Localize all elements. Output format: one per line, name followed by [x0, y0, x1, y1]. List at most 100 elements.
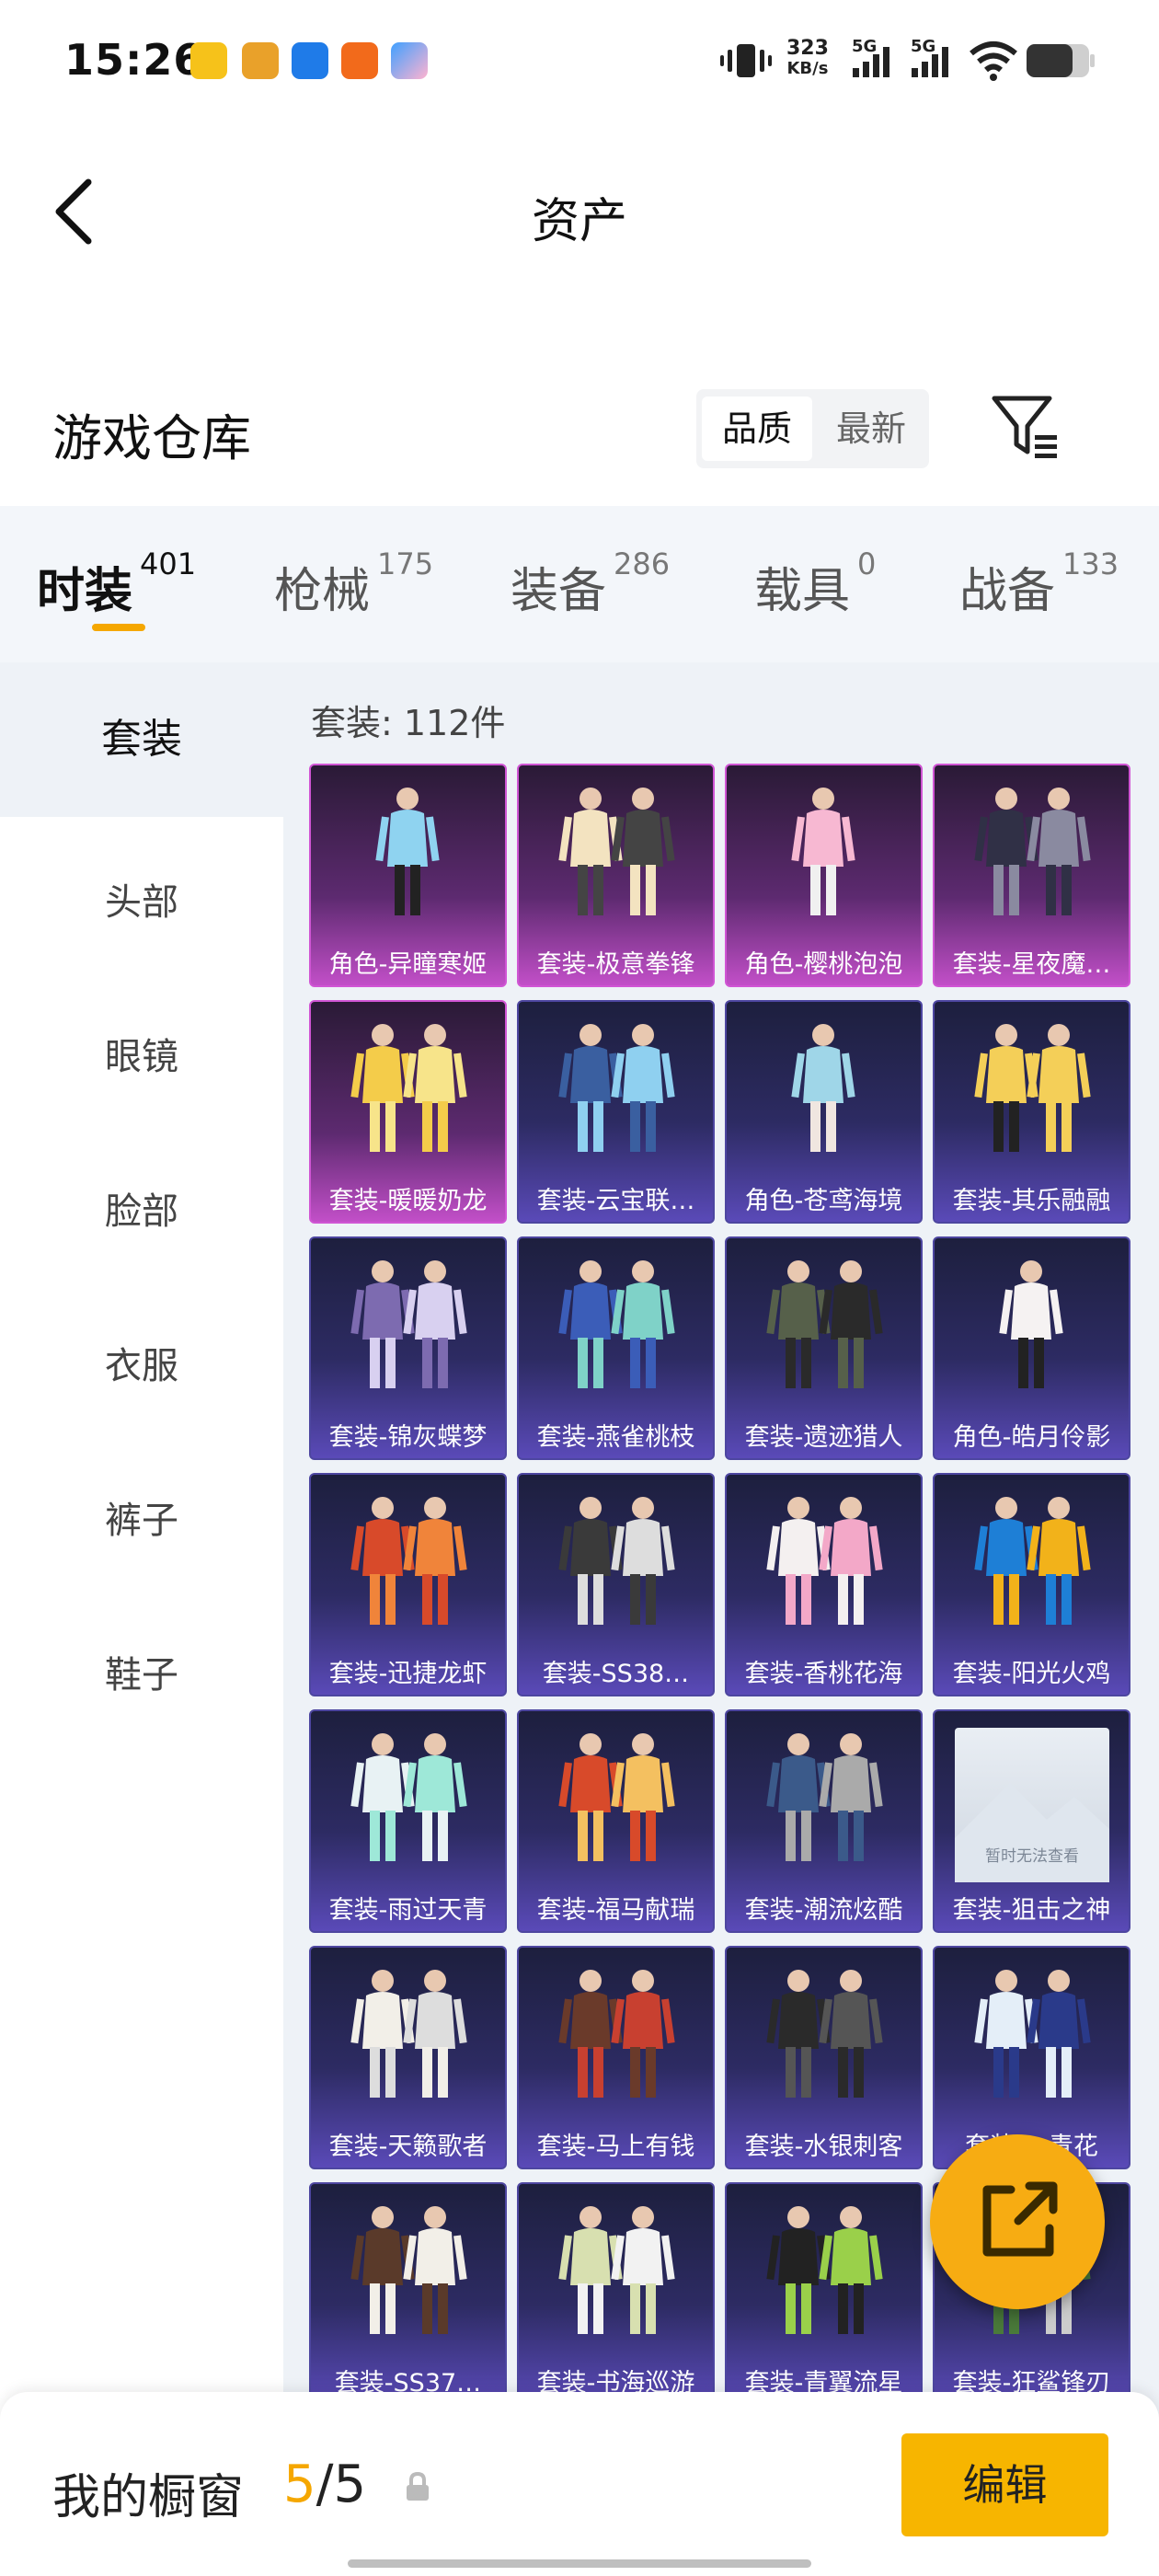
outfit-name: 套装-狙击之神	[952, 1896, 1111, 1925]
tab-fashion[interactable]: 时装 401	[37, 546, 196, 621]
wifi-icon	[970, 41, 1017, 81]
sidebar-item-shoes[interactable]: 鞋子	[0, 1645, 283, 1698]
outfit-name: 套装-马上有钱	[536, 2133, 695, 2161]
outfit-card[interactable]: 套装-潮流炫酷	[725, 1709, 923, 1933]
outfit-card[interactable]: 角色-异瞳寒姬	[309, 764, 507, 987]
outfit-name: 套装-暖暖奶龙	[328, 1187, 488, 1215]
outfit-figure-icon	[558, 1497, 675, 1625]
outfit-name: 套装-迅捷龙虾	[328, 1660, 488, 1688]
tab-label: 载具	[754, 564, 851, 619]
outfit-card[interactable]: 暂时无法查看套装-狙击之神	[933, 1709, 1130, 1933]
outfit-figure-icon	[791, 1024, 855, 1152]
outfit-name: 套装-香桃花海	[744, 1660, 903, 1688]
outfit-card[interactable]: 套装-雨过天青	[309, 1709, 507, 1933]
outfit-figure-icon	[791, 788, 855, 915]
window-total: 5	[333, 2455, 367, 2514]
outfit-name: 套装-雨过天青	[328, 1896, 488, 1925]
outfit-figure-icon	[350, 2206, 467, 2334]
outfit-name: 角色-苍鸢海境	[744, 1187, 903, 1215]
outfit-card[interactable]: 套装-遗迹猎人	[725, 1236, 923, 1460]
sidebar-item-face[interactable]: 脸部	[0, 1181, 283, 1235]
tab-vehicles[interactable]: 载具 0	[754, 546, 876, 621]
outfit-figure-icon	[350, 1970, 467, 2098]
sidebar-item-outfit[interactable]: 套装	[0, 662, 283, 817]
tab-guns[interactable]: 枪械 175	[274, 546, 433, 621]
edit-button[interactable]: 编辑	[901, 2433, 1108, 2536]
sidebar-item-clothes[interactable]: 衣服	[0, 1336, 283, 1389]
app-icon-blue	[292, 42, 328, 79]
sidebar-item-head[interactable]: 头部	[0, 872, 283, 926]
outfit-figure-icon	[375, 788, 440, 915]
app-icon-baidu	[391, 42, 428, 79]
outfit-figure-icon	[999, 1260, 1063, 1388]
tab-label: 枪械	[274, 564, 371, 619]
outfit-card[interactable]: 套装-SS38…	[517, 1473, 715, 1696]
status-bar: 15:26 323 KB/s 5G 5G	[0, 0, 1159, 120]
tab-count: 0	[857, 546, 877, 581]
item-count-label: 套装: 112件	[311, 703, 506, 743]
outfit-name: 套装-燕雀桃枝	[536, 1423, 695, 1452]
signal1-icon	[853, 47, 889, 77]
outfit-card[interactable]: 套装-极意拳锋	[517, 764, 715, 987]
net-speed-value: 323	[786, 37, 829, 60]
outfit-name: 套装-极意拳锋	[536, 950, 695, 979]
app-icon-yellow	[190, 42, 227, 79]
outfit-figure-icon	[558, 788, 675, 915]
outfit-card[interactable]: 套装-马上有钱	[517, 1946, 715, 2169]
signal2-icon	[912, 47, 948, 77]
outfit-card[interactable]: 套装-阳光火鸡	[933, 1473, 1130, 1696]
outfit-figure-icon	[766, 1497, 883, 1625]
outfit-name: 角色-皓月伶影	[952, 1423, 1111, 1452]
outfit-name: 套装-天籁歌者	[328, 2133, 488, 2161]
sort-option-quality[interactable]: 品质	[702, 397, 812, 461]
outfit-card[interactable]: 套装-暖暖奶龙	[309, 1000, 507, 1224]
filter-button[interactable]	[989, 391, 1062, 465]
outfit-name: 套装-遗迹猎人	[744, 1423, 903, 1452]
outfit-figure-icon	[974, 1024, 1091, 1152]
outfit-figure-icon	[558, 1260, 675, 1388]
outfit-card[interactable]: 角色-苍鸢海境	[725, 1000, 923, 1224]
window-count: 5/5	[283, 2455, 366, 2514]
outfit-figure-icon	[766, 1260, 883, 1388]
tab-count: 401	[140, 546, 197, 581]
outfit-card[interactable]: 角色-皓月伶影	[933, 1236, 1130, 1460]
outfit-card[interactable]: 套装-云宝联…	[517, 1000, 715, 1224]
share-fab-button[interactable]	[930, 2134, 1105, 2309]
outfit-card[interactable]: 套装-书海巡游	[517, 2182, 715, 2406]
placeholder-text: 暂时无法查看	[985, 1847, 1079, 1866]
outfit-card[interactable]: 套装-锦灰蝶梦	[309, 1236, 507, 1460]
outfit-card[interactable]: 套装-青翼流星	[725, 2182, 923, 2406]
tab-supplies[interactable]: 战备 133	[959, 546, 1119, 621]
net-speed-unit: KB/s	[786, 59, 829, 78]
outfit-figure-icon	[350, 1733, 467, 1861]
lock-icon	[407, 2471, 429, 2501]
outfit-name: 套装-星夜魔…	[952, 950, 1111, 979]
outfit-card[interactable]: 套装-燕雀桃枝	[517, 1236, 715, 1460]
sort-option-newest[interactable]: 最新	[816, 397, 926, 461]
outfit-card[interactable]: 套装-星夜魔…	[933, 764, 1130, 987]
outfit-card[interactable]: 套装-SS37…	[309, 2182, 507, 2406]
outfit-figure-icon	[558, 1733, 675, 1861]
tab-label: 时装	[37, 564, 133, 619]
tab-label: 战备	[959, 564, 1056, 619]
outfit-name: 套装-SS38…	[542, 1660, 690, 1688]
my-window-label: 我的橱窗	[52, 2470, 245, 2525]
outfit-card[interactable]: 套装-迅捷龙虾	[309, 1473, 507, 1696]
outfit-card[interactable]: 套装-香桃花海	[725, 1473, 923, 1696]
outfit-name: 套装-云宝联…	[536, 1187, 695, 1215]
outfit-figure-icon	[350, 1497, 467, 1625]
window-separator: /	[316, 2455, 334, 2514]
outfit-card[interactable]: 套装-其乐融融	[933, 1000, 1130, 1224]
sidebar-item-glasses[interactable]: 眼镜	[0, 1027, 283, 1080]
outfit-card[interactable]: 角色-樱桃泡泡	[725, 764, 923, 987]
tab-equipment[interactable]: 装备 286	[511, 546, 670, 621]
outfit-card[interactable]: 套装-水银刺客	[725, 1946, 923, 2169]
tab-count: 175	[377, 546, 434, 581]
outfit-figure-icon	[558, 1970, 675, 2098]
outfit-card[interactable]: 套装-天籁歌者	[309, 1946, 507, 2169]
outfit-figure-icon	[558, 2206, 675, 2334]
sidebar-item-pants[interactable]: 裤子	[0, 1490, 283, 1544]
outfit-card[interactable]: 套装-福马献瑞	[517, 1709, 715, 1933]
outfit-figure-icon	[558, 1024, 675, 1152]
outfit-name: 套装-潮流炫酷	[744, 1896, 903, 1925]
